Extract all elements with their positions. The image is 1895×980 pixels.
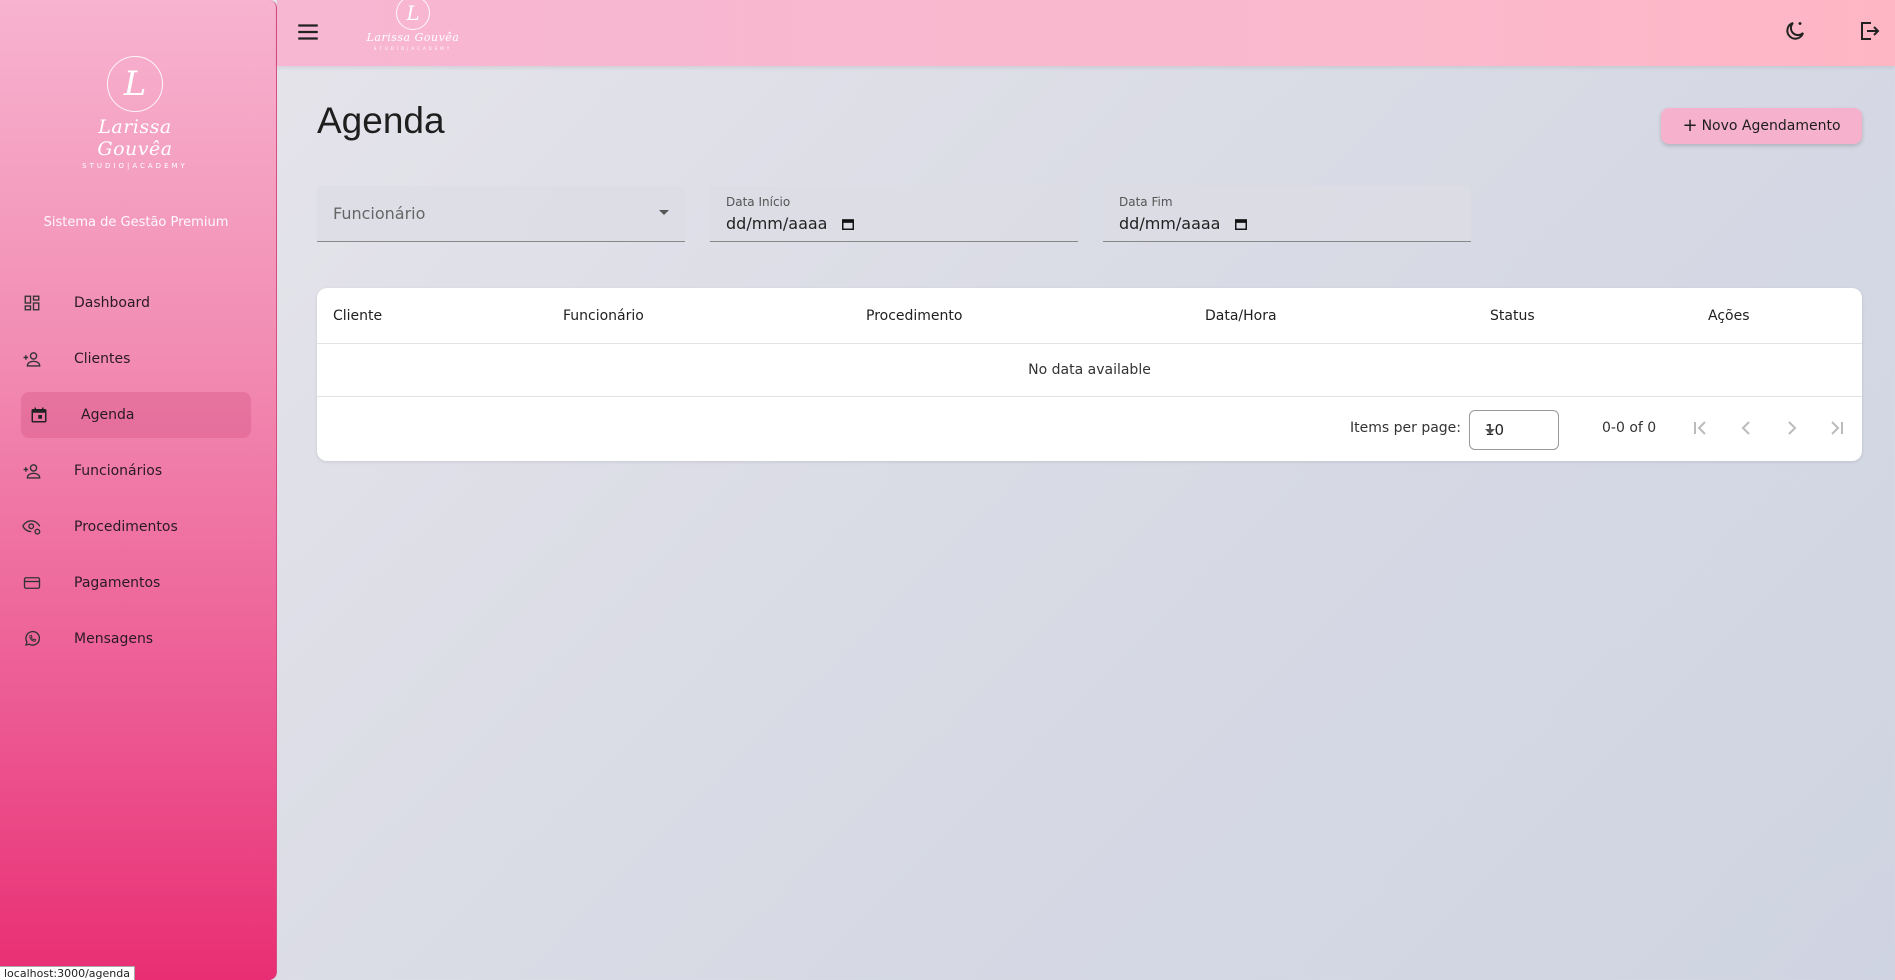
whatsapp-icon: [22, 629, 42, 649]
logo-mark: L: [107, 56, 163, 112]
topbar: L Larissa Gouvêa STUDIO|ACADEMY: [277, 0, 1895, 66]
new-appointment-label: Novo Agendamento: [1701, 118, 1841, 134]
sidebar-item-label: Clientes: [74, 351, 131, 367]
sidebar-item-label: Funcionários: [74, 463, 163, 479]
employee-select-placeholder: Funcionário: [333, 204, 426, 223]
next-page-icon[interactable]: [1780, 416, 1804, 440]
start-date-label: Data Início: [726, 195, 791, 209]
paginator: Items per page: 10 0-0 of 0: [317, 398, 1862, 461]
new-appointment-button[interactable]: + Novo Agendamento: [1661, 108, 1862, 144]
page-title: Agenda: [317, 100, 445, 141]
end-date-value: dd/mm/aaaa: [1119, 214, 1248, 233]
eye-settings-icon: [22, 517, 42, 537]
person-add-icon: [22, 349, 42, 369]
dark-mode-icon[interactable]: [1783, 19, 1809, 45]
sidebar-item-label: Agenda: [81, 407, 135, 423]
sidebar-item-dashboard[interactable]: Dashboard: [0, 280, 272, 326]
page-range: 0-0 of 0: [1602, 420, 1657, 436]
chevron-down-icon: [659, 210, 669, 215]
sidebar-item-clientes[interactable]: Clientes: [0, 336, 272, 382]
appointments-table: Cliente Funcionário Procedimento Data/Ho…: [317, 288, 1862, 461]
credit-card-icon: [22, 573, 42, 593]
column-header-client[interactable]: Cliente: [333, 308, 382, 324]
previous-page-icon[interactable]: [1734, 416, 1758, 440]
logo-name: Larissa Gouvêa: [366, 31, 460, 44]
dashboard-icon: [22, 293, 42, 313]
sidebar-item-procedimentos[interactable]: Procedimentos: [0, 504, 272, 550]
last-page-icon[interactable]: [1825, 416, 1849, 440]
logo-sub: STUDIO|ACADEMY: [373, 46, 453, 51]
sidebar-item-mensagens[interactable]: Mensagens: [0, 616, 272, 662]
sidebar-item-label: Dashboard: [74, 295, 150, 311]
column-header-employee[interactable]: Funcionário: [563, 308, 644, 324]
sidebar-item-label: Pagamentos: [74, 575, 161, 591]
column-header-datetime[interactable]: Data/Hora: [1205, 308, 1277, 324]
calendar-icon[interactable]: [841, 216, 855, 230]
logo-name: Larissa Gouvêa: [97, 116, 173, 160]
logo-mark: L: [396, 0, 430, 30]
chevron-down-icon: [1485, 429, 1495, 434]
items-per-page-select[interactable]: 10: [1469, 410, 1559, 450]
brand-logo: L Larissa Gouvêa STUDIO|ACADEMY: [60, 56, 210, 170]
sidebar-item-funcionarios[interactable]: Funcionários: [0, 448, 272, 494]
plus-icon: +: [1682, 115, 1698, 136]
empty-message: No data available: [317, 344, 1862, 397]
status-url: localhost:3000/agenda: [0, 966, 135, 980]
sidebar-item-agenda[interactable]: Agenda: [21, 392, 251, 438]
items-per-page-label: Items per page:: [1350, 420, 1462, 436]
sidebar-item-pagamentos[interactable]: Pagamentos: [0, 560, 272, 606]
logout-icon[interactable]: [1857, 19, 1883, 45]
calendar-icon[interactable]: [1234, 216, 1248, 230]
first-page-icon[interactable]: [1688, 416, 1712, 440]
employee-select[interactable]: Funcionário: [317, 186, 685, 242]
start-date-field[interactable]: Data Início dd/mm/aaaa: [710, 186, 1078, 242]
sidebar-item-label: Mensagens: [74, 631, 154, 647]
sidebar-item-label: Procedimentos: [74, 519, 178, 535]
column-header-actions: Ações: [1708, 308, 1750, 324]
column-header-procedure[interactable]: Procedimento: [866, 308, 962, 324]
table-header: Cliente Funcionário Procedimento Data/Ho…: [317, 288, 1862, 344]
sidebar: L Larissa Gouvêa STUDIO|ACADEMY Sistema …: [0, 0, 277, 980]
menu-icon[interactable]: [295, 19, 321, 45]
end-date-field[interactable]: Data Fim dd/mm/aaaa: [1103, 186, 1471, 242]
logo-sub: STUDIO|ACADEMY: [82, 162, 188, 170]
person-add-icon: [22, 461, 42, 481]
column-header-status[interactable]: Status: [1490, 308, 1535, 324]
topbar-logo: L Larissa Gouvêa STUDIO|ACADEMY: [363, 0, 463, 60]
calendar-icon: [29, 405, 49, 425]
start-date-value: dd/mm/aaaa: [726, 214, 855, 233]
sidebar-subtitle: Sistema de Gestão Premium: [43, 215, 229, 230]
sidebar-nav: Dashboard Clientes Agenda Funcionários P…: [0, 280, 272, 672]
end-date-label: Data Fim: [1119, 195, 1173, 209]
